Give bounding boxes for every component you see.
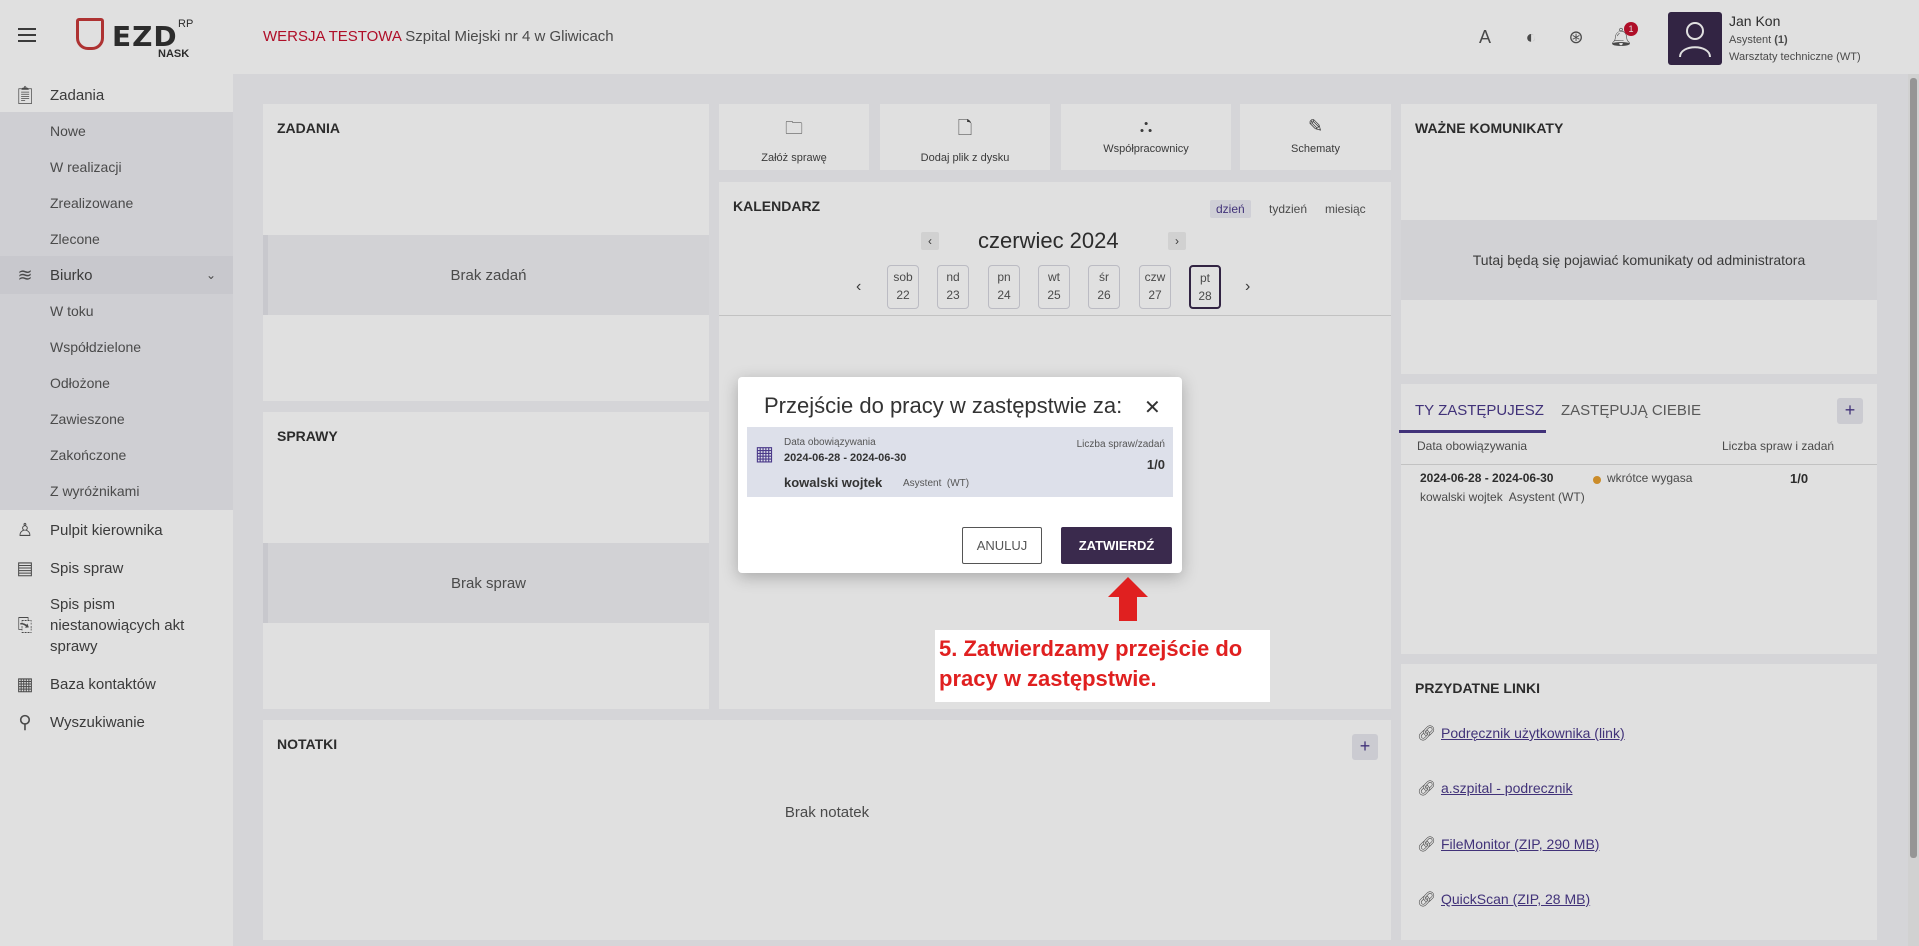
substitution-entry: ▦ Data obowiązywania 2024-06-28 - 2024-0… bbox=[747, 427, 1173, 497]
substitution-modal: Przejście do pracy w zastępstwie za: ✕ ▦… bbox=[738, 377, 1182, 573]
person-role: Asystent (WT) bbox=[903, 478, 970, 489]
confirm-button[interactable]: ZATWIERDŹ bbox=[1061, 527, 1172, 564]
annotation-callout: 5. Zatwierdzamy przejście do pracy w zas… bbox=[935, 630, 1270, 702]
modal-title: Przejście do pracy w zastępstwie za: bbox=[764, 393, 1123, 418]
close-icon[interactable]: ✕ bbox=[1144, 395, 1161, 420]
annotation-line1: 5. Zatwierdzamy przejście do bbox=[939, 636, 1243, 661]
date-label: Data obowiązywania bbox=[784, 437, 876, 448]
calendar-icon: ▦ bbox=[755, 443, 774, 465]
red-arrow-icon bbox=[1108, 577, 1148, 621]
person-name: kowalski wojtek bbox=[784, 475, 883, 490]
date-range: 2024-06-28 - 2024-06-30 bbox=[784, 452, 907, 464]
cancel-button[interactable]: ANULUJ bbox=[962, 527, 1042, 564]
count-value: 1/0 bbox=[1146, 457, 1165, 472]
count-label: Liczba spraw/zadań bbox=[1076, 439, 1165, 450]
annotation-line2: pracy w zastępstwie. bbox=[939, 666, 1157, 691]
